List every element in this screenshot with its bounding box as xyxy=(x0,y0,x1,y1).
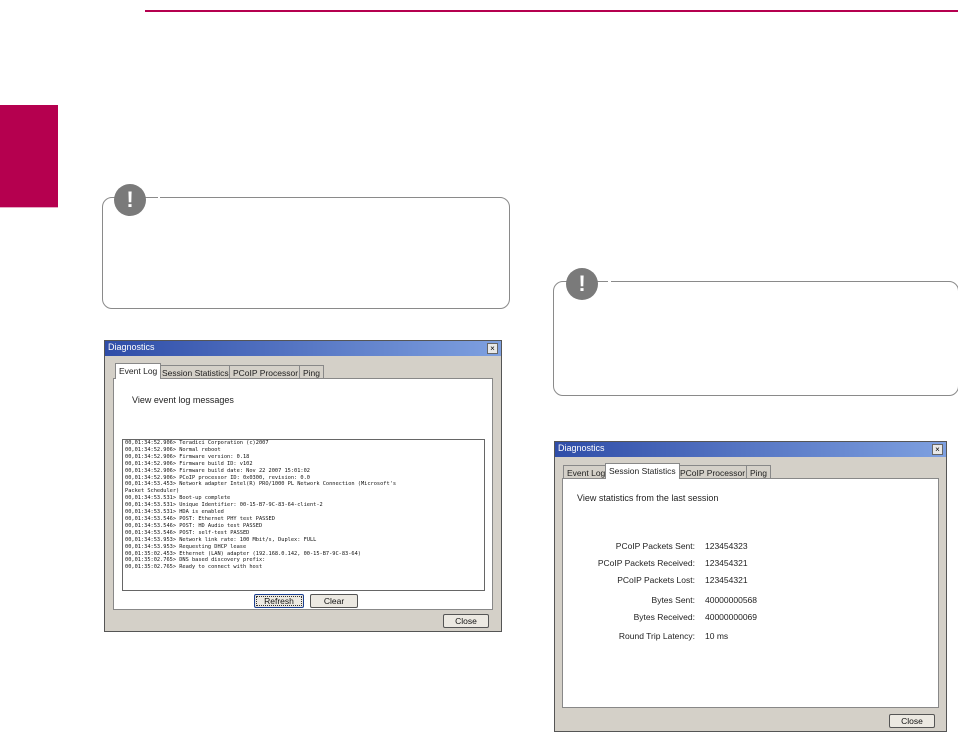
dialog-title: Diagnostics xyxy=(558,443,605,453)
note-exclamation-icon: ! xyxy=(566,268,598,300)
log-line: 00,01:35:02.765> Ready to connect with h… xyxy=(125,564,263,571)
stat-value: 40000000568 xyxy=(705,595,758,605)
log-line: 00,01:34:53.953> Requesting DHCP lease xyxy=(125,543,247,550)
event-log-textarea[interactable]: 00,01:34:52.906> Teradici Corporation (c… xyxy=(122,439,485,591)
log-line: 00,01:34:53.453> Network adapter Intel(R… xyxy=(125,481,397,488)
stat-label: Bytes Received: xyxy=(633,612,695,622)
note-exclamation-icon: ! xyxy=(114,184,146,216)
stat-label: PCoIP Packets Received: xyxy=(597,558,695,568)
top-rule xyxy=(145,10,958,12)
side-chapter-tab xyxy=(0,105,58,207)
log-line: 00,01:35:02.765> DNS based discovery pre… xyxy=(125,557,266,564)
log-line: Packet Scheduler) xyxy=(125,488,180,495)
tab-session-statistics[interactable]: Session Statistics xyxy=(158,365,233,379)
tab-pcoip-processor[interactable]: PCoIP Processor xyxy=(676,465,750,479)
log-lines: 00,01:34:52.906> Teradici Corporation (c… xyxy=(123,440,484,571)
panel-caption: View statistics from the last session xyxy=(577,493,719,503)
dialog-titlebar[interactable]: Diagnostics × xyxy=(555,442,946,457)
diagnostics-dialog-event-log: Diagnostics × Event Log Session Statisti… xyxy=(104,340,502,632)
close-button[interactable]: Close xyxy=(889,714,935,728)
log-line: 00,01:34:53.546> POST: HD Audio test PAS… xyxy=(125,522,263,529)
stat-value: 123454321 xyxy=(705,575,748,585)
log-line: 00,01:34:52.906> Firmware build date: No… xyxy=(125,467,310,474)
note-box-left-rule xyxy=(160,197,230,198)
session-statistics-panel: View statistics from the last session PC… xyxy=(562,478,939,708)
log-line: 00,01:34:52.906> Teradici Corporation (c… xyxy=(125,440,269,446)
stat-value: 123454323 xyxy=(705,541,748,551)
window-close-icon[interactable]: × xyxy=(487,343,498,354)
log-line: 00,01:34:53.531> Unique Identifier: 00-1… xyxy=(125,502,323,509)
tab-ping[interactable]: Ping xyxy=(299,365,325,379)
tab-event-log[interactable]: Event Log xyxy=(563,465,610,479)
dialog-title: Diagnostics xyxy=(108,342,155,352)
event-log-panel: View event log messages 00,01:34:52.906>… xyxy=(113,378,493,610)
log-line: 00,01:34:53.546> POST: self-test PASSED xyxy=(125,529,250,536)
log-line: 00,01:35:02.453> Ethernet (LAN) adapter … xyxy=(125,550,361,557)
tab-session-statistics[interactable]: Session Statistics xyxy=(605,463,680,479)
close-button[interactable]: Close xyxy=(443,614,489,628)
diagnostics-dialog-session-statistics: Diagnostics × Event Log Session Statisti… xyxy=(554,441,947,732)
log-line: 00,01:34:53.531> HDA is enabled xyxy=(125,509,224,516)
log-line: 00,01:34:53.531> Boot-up complete xyxy=(125,495,231,502)
stat-value: 123454321 xyxy=(705,558,748,568)
tab-event-log[interactable]: Event Log xyxy=(115,363,162,379)
clear-button[interactable]: Clear xyxy=(310,594,358,608)
stat-label: PCoIP Packets Sent: xyxy=(615,541,695,551)
log-line: 00,01:34:52.906> Normal reboot xyxy=(125,446,221,453)
stat-value: 10 ms xyxy=(705,631,729,641)
log-line: 00,01:34:53.546> POST: Ethernet PHY test… xyxy=(125,515,275,522)
dialog-titlebar[interactable]: Diagnostics × xyxy=(105,341,501,356)
stat-label: Bytes Sent: xyxy=(651,595,695,605)
panel-caption: View event log messages xyxy=(132,395,234,405)
note-box-right-rule xyxy=(611,281,674,282)
window-close-icon[interactable]: × xyxy=(932,444,943,455)
refresh-button[interactable]: Refresh xyxy=(254,594,304,608)
log-line: 00,01:34:53.953> Network link rate: 100 … xyxy=(125,536,317,543)
side-tab-divider xyxy=(0,207,58,208)
note-box-right xyxy=(553,281,958,396)
tab-ping[interactable]: Ping xyxy=(746,465,772,479)
note-box-left xyxy=(102,197,510,309)
log-line: 00,01:34:52.906> PCoIP processor ID: 0x0… xyxy=(125,474,310,481)
log-line: 00,01:34:52.906> Firmware build ID: v102 xyxy=(125,460,253,467)
stat-value: 40000000069 xyxy=(705,612,758,622)
log-line: 00,01:34:52.906> Firmware version: 0.18 xyxy=(125,453,250,460)
tab-pcoip-processor[interactable]: PCoIP Processor xyxy=(229,365,303,379)
stat-label: Round Trip Latency: xyxy=(618,631,695,641)
stat-label: PCoIP Packets Lost: xyxy=(617,575,695,585)
